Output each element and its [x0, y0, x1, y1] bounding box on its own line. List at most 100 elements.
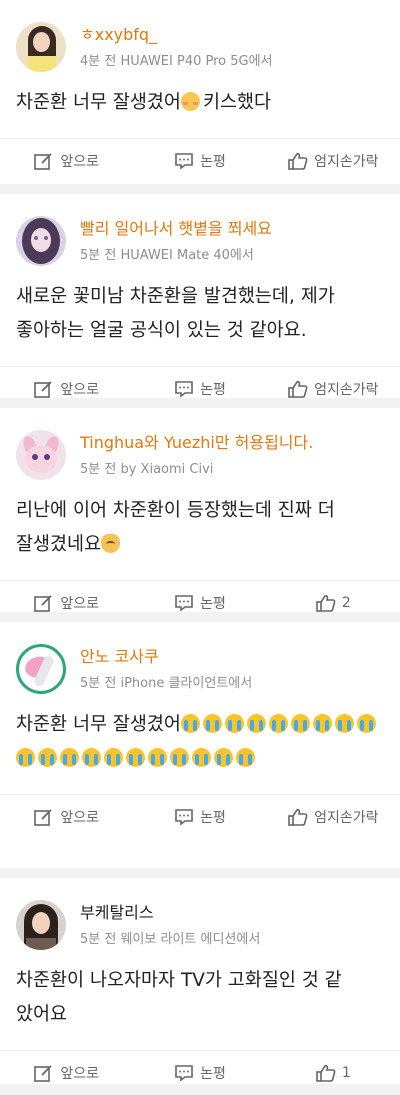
comment-label: 논평 [200, 596, 226, 612]
thumbs-up-icon [316, 1064, 336, 1082]
comment-icon [175, 595, 193, 612]
crying-face-icon [60, 748, 79, 767]
action-bar: 앞으로 논평 2 [0, 581, 400, 625]
comment-button[interactable]: 논평 [133, 807, 266, 827]
username[interactable]: Tinghua와 Yuezhi만 허용됩니다. [80, 433, 313, 453]
like-count: 1 [341, 1065, 351, 1081]
like-label: 엄지손가락 [314, 382, 379, 398]
post-time: 5분 전 [80, 248, 117, 263]
text-line: 키스했다 [202, 92, 272, 113]
username[interactable]: ㅎxxybfq_ [80, 25, 273, 45]
post-time: 5분 전 [80, 932, 117, 947]
repost-label: 앞으로 [60, 810, 99, 826]
comment-button[interactable]: 논평 [133, 1063, 266, 1083]
action-bar: 앞으로 논평 엄지손가락 [0, 139, 400, 183]
action-bar: 앞으로 논평 엄지손가락 [0, 795, 400, 839]
like-button[interactable]: 엄지손가락 [267, 807, 400, 827]
comment-label: 논평 [200, 154, 226, 170]
crying-face-icon [268, 714, 288, 733]
like-count: 2 [341, 595, 351, 611]
post-source: iPhone 클라이언트에서 [120, 676, 253, 691]
text-line: 차준환 너무 잘생겼어 [16, 714, 181, 735]
text-line: 좋아하는 얼굴 공식이 있는 것 같아요. [16, 320, 307, 341]
username[interactable]: 안노 코사쿠 [80, 647, 252, 667]
comment-text: 리난에 이어 차준환이 등장했는데 진짜 더 잘생겼네요 [0, 480, 400, 562]
cat-face-icon [101, 534, 121, 553]
crying-face-icon [334, 714, 354, 733]
edit-icon [34, 153, 52, 170]
comment-feed: ㅎxxybfq_ 4분 전 HUAWEI P40 Pro 5G에서 차준환 너무… [0, 0, 400, 1084]
crying-face-icon [82, 748, 101, 767]
comment-label: 논평 [200, 1066, 226, 1082]
edit-icon [34, 381, 52, 398]
repost-button[interactable]: 앞으로 [0, 1063, 133, 1083]
post-source: by Xiaomi Civi [120, 462, 214, 477]
text-line: 차준환 너무 잘생겼어 [16, 92, 181, 113]
crying-face-icon [312, 714, 332, 733]
post-time: 5분 전 [80, 676, 117, 691]
post-source: HUAWEI P40 Pro 5G에서 [120, 54, 273, 69]
avatar[interactable] [16, 216, 66, 266]
post-meta: 5분 전 HUAWEI Mate 40에서 [80, 244, 272, 263]
avatar[interactable] [16, 900, 66, 950]
thumbs-up-icon [288, 152, 308, 170]
comment-card: Tinghua와 Yuezhi만 허용됩니다. 5분 전 by Xiaomi C… [0, 408, 400, 612]
crying-face-icon [202, 714, 222, 733]
text-line: 새로운 꽃미남 차준환을 발견했는데, 제가 [16, 286, 335, 307]
repost-button[interactable]: 앞으로 [0, 379, 133, 399]
post-meta: 4분 전 HUAWEI P40 Pro 5G에서 [80, 50, 273, 69]
comment-icon [175, 1065, 193, 1082]
repost-button[interactable]: 앞으로 [0, 593, 133, 613]
post-meta: 5분 전 by Xiaomi Civi [80, 458, 313, 477]
post-time: 4분 전 [80, 54, 117, 69]
comment-text: 새로운 꽃미남 차준환을 발견했는데, 제가 좋아하는 얼굴 공식이 있는 것 … [0, 266, 400, 348]
like-button[interactable]: 엄지손가락 [267, 151, 400, 171]
post-time: 5분 전 [80, 462, 117, 477]
comment-button[interactable]: 논평 [133, 593, 266, 613]
comment-card: 안노 코사쿠 5분 전 iPhone 클라이언트에서 차준환 너무 잘생겼어 앞… [0, 622, 400, 868]
avatar[interactable] [16, 430, 66, 480]
repost-label: 앞으로 [60, 382, 99, 398]
like-button[interactable]: 1 [267, 1064, 400, 1082]
avatar[interactable] [16, 22, 66, 72]
crying-face-icon [236, 748, 255, 767]
action-bar: 앞으로 논평 엄지손가락 [0, 367, 400, 411]
username[interactable]: 빨리 일어나서 햇볕을 쬐세요 [80, 219, 272, 239]
crying-face-icon [356, 714, 376, 733]
repost-button[interactable]: 앞으로 [0, 807, 133, 827]
comment-card: 빨리 일어나서 햇볕을 쬐세요 5분 전 HUAWEI Mate 40에서 새로… [0, 194, 400, 398]
like-label: 엄지손가락 [314, 810, 379, 826]
comment-button[interactable]: 논평 [133, 151, 266, 171]
edit-icon [34, 595, 52, 612]
crying-face-icon [214, 748, 233, 767]
edit-icon [34, 1065, 52, 1082]
comment-button[interactable]: 논평 [133, 379, 266, 399]
comment-text: 차준환 너무 잘생겼어 키스했다 [0, 72, 400, 120]
thumbs-up-icon [316, 594, 336, 612]
like-button[interactable]: 엄지손가락 [267, 379, 400, 399]
text-line: 리난에 이어 차준환이 등장했는데 진짜 더 [16, 500, 335, 521]
shy-face-icon [180, 92, 200, 111]
comment-icon [175, 153, 193, 170]
comment-label: 논평 [200, 810, 226, 826]
like-label: 엄지손가락 [314, 154, 379, 170]
avatar[interactable] [16, 644, 66, 694]
comment-label: 논평 [200, 382, 226, 398]
comment-icon [175, 381, 193, 398]
post-meta: 5분 전 iPhone 클라이언트에서 [80, 672, 252, 691]
crying-face-icon [148, 748, 167, 767]
text-line: 잘생겼네요 [16, 534, 102, 555]
crying-face-icon [38, 748, 57, 767]
comment-icon [175, 809, 193, 826]
crying-face-icon [192, 748, 211, 767]
comment-text: 차준환 너무 잘생겼어 [0, 694, 400, 776]
crying-face-icon [16, 748, 35, 767]
post-source: 웨이보 라이트 에디션에서 [120, 932, 261, 947]
like-button[interactable]: 2 [267, 594, 400, 612]
repost-label: 앞으로 [60, 154, 99, 170]
crying-face-icon [104, 748, 123, 767]
comment-card: 부케탈리스 5분 전 웨이보 라이트 에디션에서 차준환이 나오자마자 TV가 … [0, 878, 400, 1084]
username[interactable]: 부케탈리스 [80, 903, 260, 923]
comment-card: ㅎxxybfq_ 4분 전 HUAWEI P40 Pro 5G에서 차준환 너무… [0, 0, 400, 184]
repost-button[interactable]: 앞으로 [0, 151, 133, 171]
